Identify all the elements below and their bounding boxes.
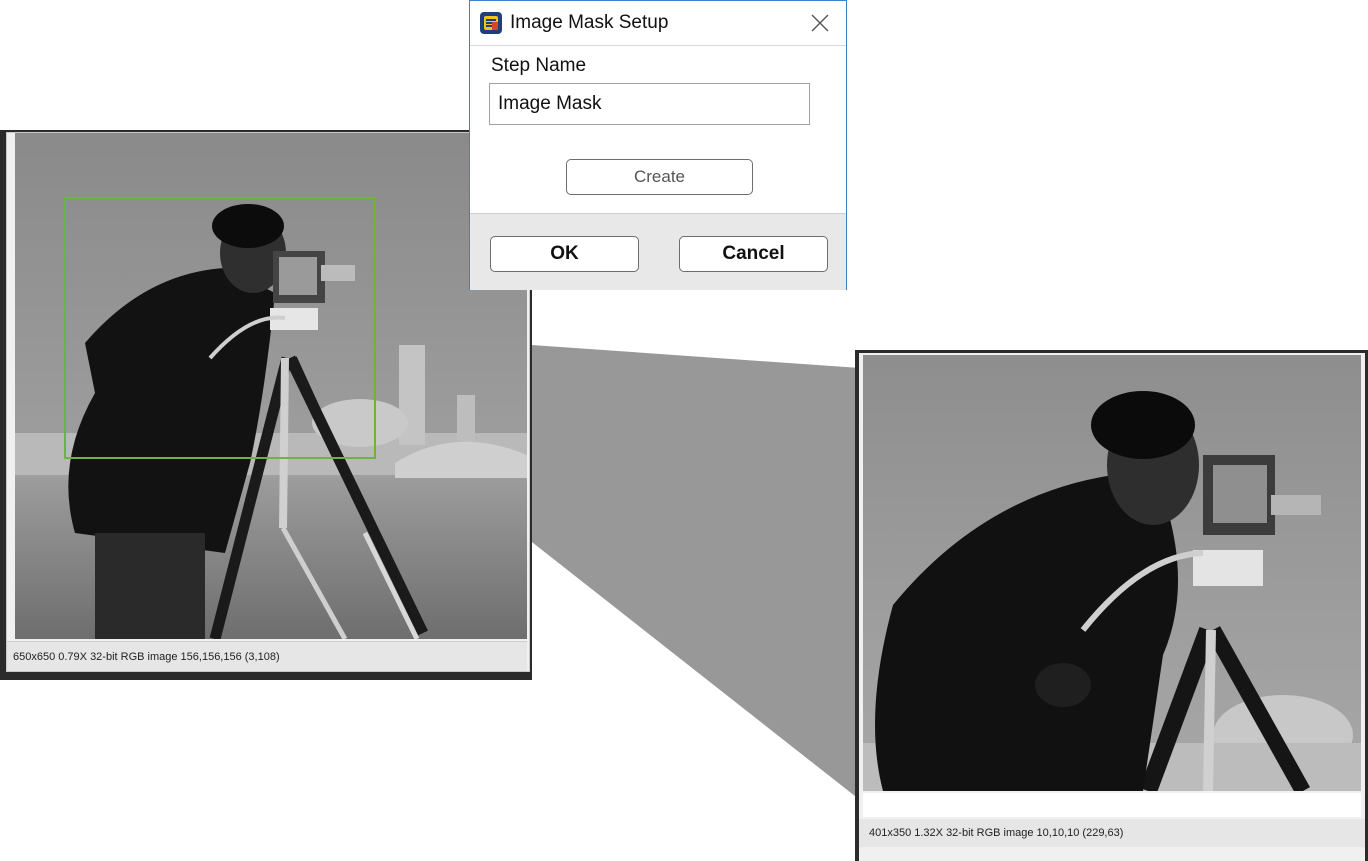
dialog-title-bar[interactable]: Image Mask Setup (470, 1, 846, 46)
source-status-bar: 650x650 0.79X 32-bit RGB image 156,156,1… (7, 641, 527, 671)
close-icon[interactable] (808, 11, 832, 35)
mask-status-bar: 401x350 1.32X 32-bit RGB image 10,10,10 … (859, 819, 1365, 847)
create-button[interactable]: Create (566, 159, 753, 195)
image-mask-setup-dialog: Image Mask Setup Step Name Create OK Can… (469, 0, 847, 290)
roi-rectangle[interactable] (64, 197, 376, 459)
mask-image-frame: 401x350 1.32X 32-bit RGB image 10,10,10 … (859, 353, 1365, 861)
ok-button[interactable]: OK (490, 236, 639, 272)
cancel-button[interactable]: Cancel (679, 236, 828, 272)
app-logo-icon (480, 12, 502, 34)
dialog-footer: OK Cancel (470, 213, 846, 290)
image-padding (863, 793, 1361, 817)
mask-image-window: 401x350 1.32X 32-bit RGB image 10,10,10 … (855, 350, 1368, 861)
cropped-cameraman-image[interactable] (863, 355, 1361, 791)
step-name-label: Step Name (491, 55, 587, 76)
step-name-input[interactable] (489, 83, 810, 125)
dialog-title: Image Mask Setup (510, 12, 669, 33)
